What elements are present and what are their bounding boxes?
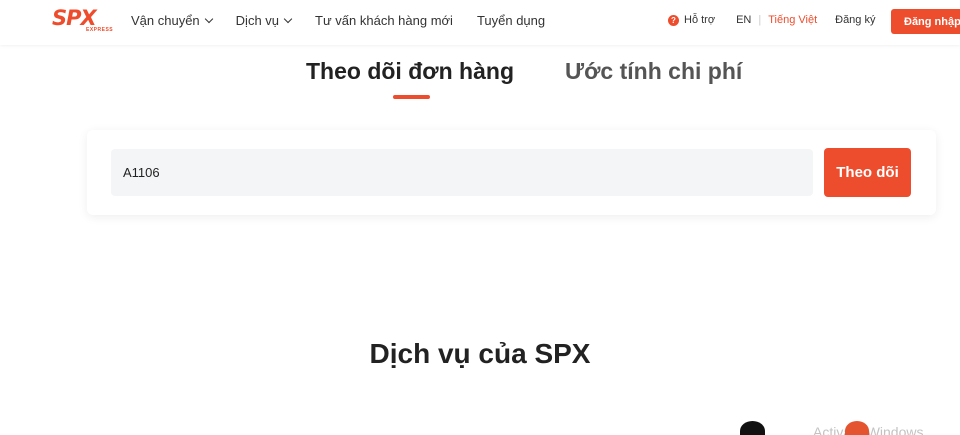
nav-item-new-customer[interactable]: Tư vấn khách hàng mới [315,13,453,28]
services-section-title: Dịch vụ của SPX [369,338,591,369]
lang-en-link[interactable]: EN [736,14,751,26]
nav-item-careers[interactable]: Tuyển dụng [477,13,545,28]
right-nav: ? Hỗ trợ EN | Tiếng Việt Đăng ký [668,14,875,26]
nav-item-services[interactable]: Dịch vụ [236,13,293,28]
lang-vi-link[interactable]: Tiếng Việt [768,14,817,26]
help-icon: ? [668,14,679,26]
chevron-down-icon [204,14,213,24]
top-navigation-bar: SPX EXPRESS Vận chuyển Dịch vụ Tư vấn kh… [0,0,960,45]
signup-link[interactable]: Đăng ký [835,14,875,26]
spx-logo[interactable]: SPX EXPRESS [52,8,113,34]
tracking-search-card: Theo dõi [87,130,936,215]
main-nav: Vận chuyển Dịch vụ Tư vấn khách hàng mới… [131,13,569,28]
tracking-number-input[interactable] [111,149,813,196]
nav-item-shipping[interactable]: Vận chuyển [131,13,213,28]
illustration-fragment [845,421,869,435]
illustration-fragment [740,421,765,435]
active-tab-indicator [393,95,430,99]
chevron-down-icon [283,14,293,24]
tab-track-order[interactable]: Theo dõi đơn hàng [306,58,514,85]
login-button[interactable]: Đăng nhập [891,9,960,34]
lang-divider: | [758,14,762,26]
help-link[interactable]: Hỗ trợ [684,14,715,26]
track-button[interactable]: Theo dõi [824,148,911,197]
tab-estimate-cost[interactable]: Ước tính chi phí [565,58,742,85]
